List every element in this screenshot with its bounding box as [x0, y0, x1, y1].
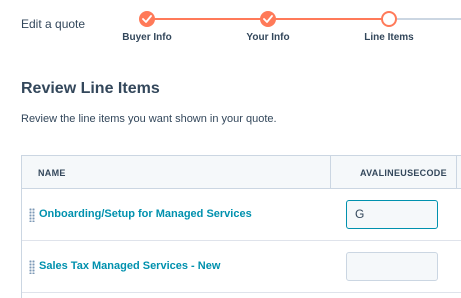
- step-line-items-current-icon[interactable]: [381, 11, 397, 27]
- table-row: Sales Tax Managed Services - New: [22, 241, 461, 293]
- step-connector: [147, 18, 268, 20]
- drag-handle-icon[interactable]: [29, 260, 35, 274]
- column-divider: [330, 156, 331, 189]
- step-connector: [268, 18, 389, 20]
- column-divider: [456, 156, 457, 189]
- section-description: Review the line items you want shown in …: [21, 113, 277, 125]
- line-item-link[interactable]: Sales Tax Managed Services - New: [39, 260, 220, 272]
- step-buyer-info-check-icon[interactable]: [139, 11, 155, 27]
- table-header: NAME AVALINEUSECODE: [22, 156, 461, 189]
- column-header-name[interactable]: NAME: [38, 168, 66, 178]
- line-item-link[interactable]: Onboarding/Setup for Managed Services: [39, 208, 252, 220]
- column-header-avalineusecode[interactable]: AVALINEUSECODE: [360, 168, 447, 178]
- progress-stepper: Buyer Info Your Info Line Items: [0, 0, 461, 50]
- step-label-line-items: Line Items: [364, 32, 414, 43]
- line-items-table: NAME AVALINEUSECODE Onboarding/Setup for…: [21, 155, 461, 298]
- drag-handle-icon[interactable]: [29, 208, 35, 222]
- step-label-buyer-info: Buyer Info: [122, 32, 172, 43]
- step-label-your-info: Your Info: [246, 32, 290, 43]
- step-connector-pending: [397, 18, 461, 20]
- step-your-info-check-icon[interactable]: [260, 11, 276, 27]
- section-title: Review Line Items: [21, 80, 160, 97]
- avalineusecode-input[interactable]: G: [346, 200, 438, 229]
- table-row: Onboarding/Setup for Managed Services G: [22, 189, 461, 241]
- avalineusecode-input[interactable]: [346, 252, 438, 281]
